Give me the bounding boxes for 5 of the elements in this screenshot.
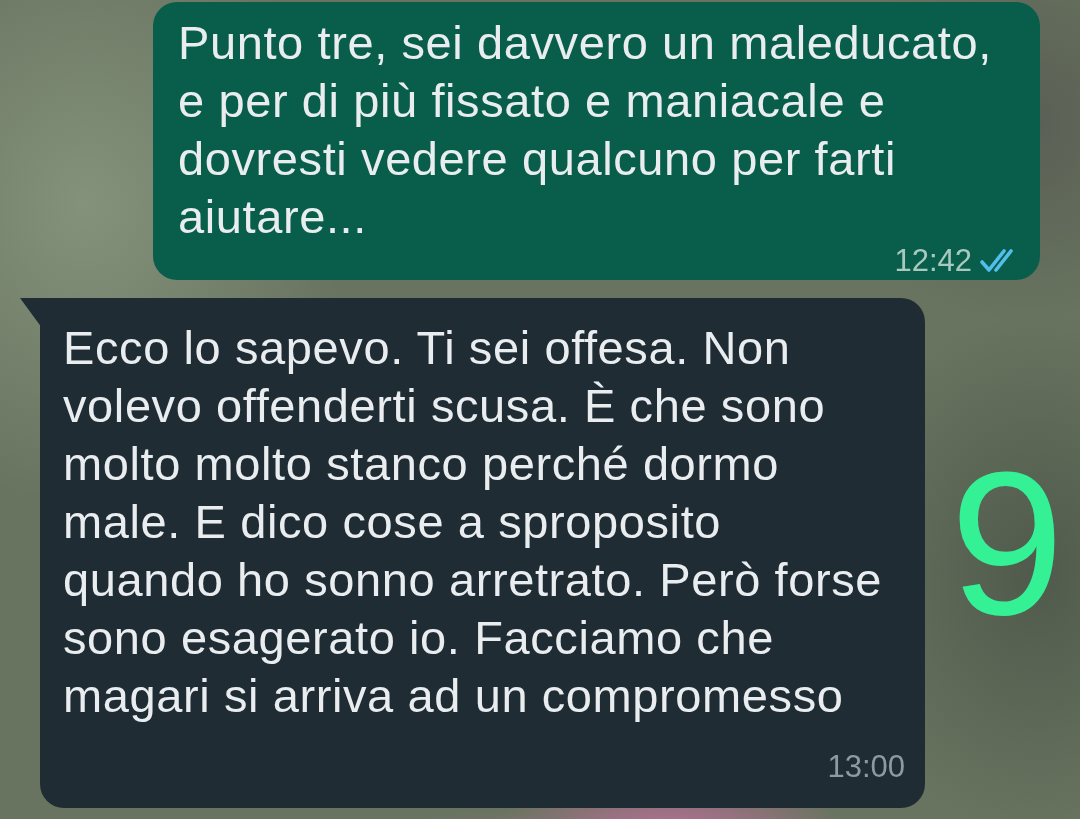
message-text: Punto tre, sei davvero un maleducato, e per di più fissato e maniacale e dovresti vedere qualcuno per farti aiutare... <box>178 15 993 245</box>
message-time: 13:00 <box>827 749 905 785</box>
message-time: 12:42 <box>894 243 972 279</box>
handwritten-number: 9 <box>950 440 1064 645</box>
message-text: Ecco lo sapevo. Ti sei offesa. Non volevo offenderti scusa. È che sono molto molto stanco perché dormo male. E dico cose a sproposito quando ho sonno arretrato. Però forse sono esagerato io. Facciamo che magari si arriva ad un compromesso <box>63 320 884 724</box>
